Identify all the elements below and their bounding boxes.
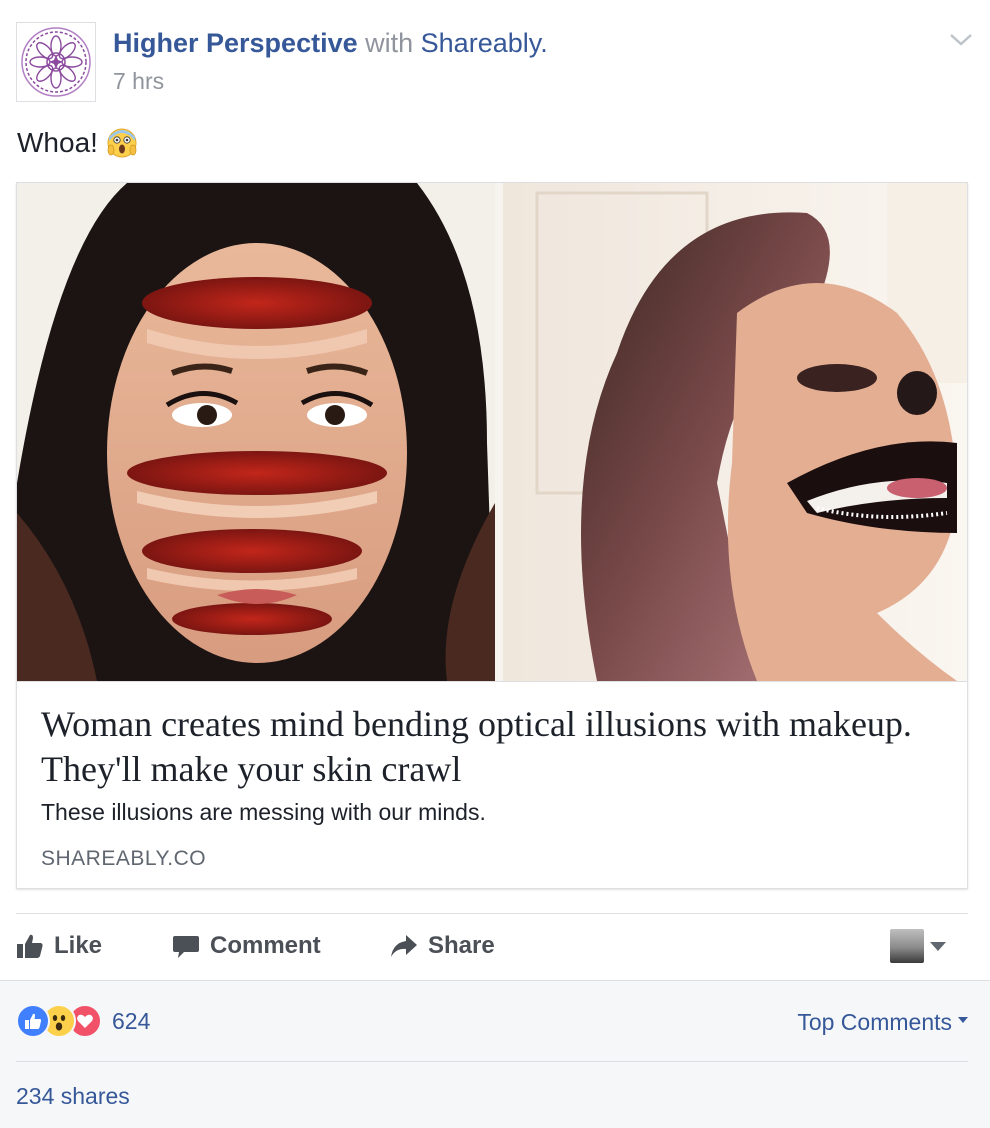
share-button[interactable]: Share bbox=[390, 926, 495, 966]
shares-count[interactable]: 234 shares bbox=[16, 1083, 130, 1110]
post-timestamp[interactable]: 7 hrs bbox=[113, 68, 164, 95]
thumbs-up-icon bbox=[17, 934, 43, 958]
post-footer: 624 Top Comments 234 shares bbox=[0, 980, 990, 1128]
like-button[interactable]: Like bbox=[16, 926, 102, 966]
page-avatar[interactable] bbox=[16, 22, 96, 102]
post-options-button[interactable] bbox=[946, 28, 976, 52]
post-message: Whoa! bbox=[17, 127, 138, 159]
post-as-selector[interactable] bbox=[890, 929, 946, 963]
with-text: with bbox=[365, 28, 414, 58]
caret-down-icon bbox=[930, 941, 946, 951]
reactions-summary[interactable]: 624 bbox=[16, 1003, 150, 1039]
tagged-page-link[interactable]: Shareably. bbox=[421, 28, 548, 58]
link-domain: SHAREABLY.CO bbox=[41, 847, 207, 870]
face-screaming-in-fear-icon bbox=[107, 128, 137, 158]
link-preview-card[interactable]: Woman creates mind bending optical illus… bbox=[16, 182, 968, 889]
chevron-down-icon bbox=[950, 34, 972, 46]
top-comments-dropdown[interactable]: Top Comments bbox=[797, 1009, 968, 1036]
speech-bubble-icon bbox=[173, 936, 199, 958]
like-label: Like bbox=[54, 932, 103, 959]
actions-divider bbox=[16, 913, 968, 914]
link-description: These illusions are messing with our min… bbox=[41, 799, 486, 825]
comment-button[interactable]: Comment bbox=[172, 926, 321, 966]
footer-divider bbox=[16, 1061, 968, 1062]
caret-down-icon bbox=[958, 1017, 968, 1023]
mandala-logo-icon bbox=[21, 27, 91, 97]
post-text: Whoa! bbox=[17, 127, 98, 158]
post-header: Higher Perspective with Shareably. 7 hrs bbox=[16, 22, 976, 104]
top-comments-label: Top Comments bbox=[797, 1009, 952, 1035]
article-image[interactable] bbox=[17, 183, 967, 681]
link-title[interactable]: Woman creates mind bending optical illus… bbox=[41, 702, 921, 792]
like-reaction-icon bbox=[16, 1004, 50, 1038]
link-card-body[interactable]: Woman creates mind bending optical illus… bbox=[17, 681, 967, 888]
author-line: Higher Perspective with Shareably. bbox=[113, 28, 548, 59]
author-link[interactable]: Higher Perspective bbox=[113, 28, 358, 58]
share-arrow-icon bbox=[391, 935, 417, 957]
comment-label: Comment bbox=[210, 932, 321, 959]
reaction-count[interactable]: 624 bbox=[112, 1008, 150, 1035]
share-label: Share bbox=[428, 932, 495, 959]
viewer-avatar bbox=[890, 929, 924, 963]
